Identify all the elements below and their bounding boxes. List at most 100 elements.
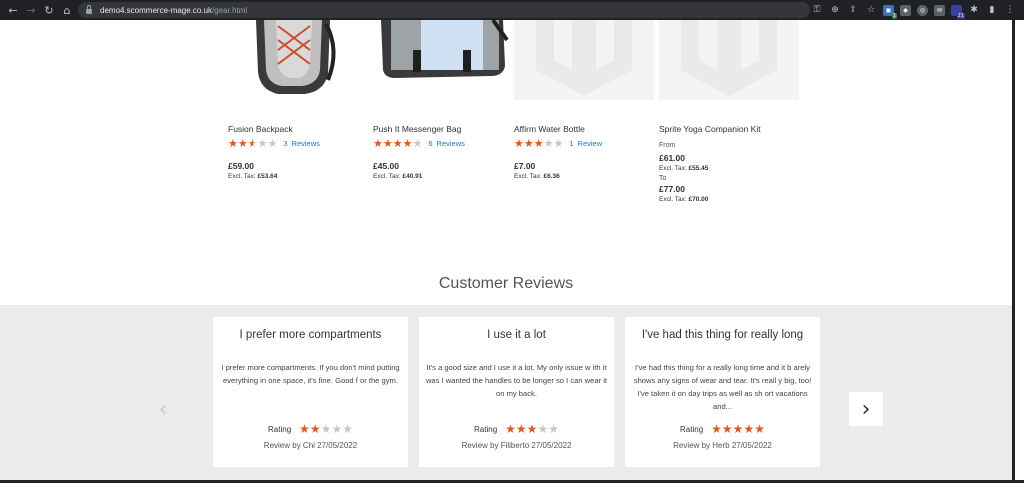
review-rating: Rating ★★★★★ (213, 423, 408, 435)
review-card: I prefer more compartments I prefer more… (213, 317, 408, 467)
review-card: I use it a lot It's a good size and I us… (419, 317, 614, 467)
star-icon: ★ (543, 137, 554, 150)
price-to-label: To (659, 175, 667, 182)
window-border (1012, 20, 1024, 490)
review-body: It's a good size and I use it a lot. My … (425, 363, 608, 398)
star-icon: ★ (267, 137, 278, 150)
customer-reviews-heading: Customer Reviews (438, 275, 574, 292)
lock-icon (86, 4, 92, 14)
product-tax: Excl. Tax: £53.64 (228, 173, 277, 180)
star-icon: ★ (721, 422, 733, 436)
product-name[interactable]: Fusion Backpack (228, 124, 293, 134)
star-icon: ★ (526, 422, 538, 436)
star-icon: ★ (523, 137, 534, 150)
product-tax: Excl. Tax: £40.91 (373, 173, 422, 180)
tax-value: £6.36 (543, 173, 560, 180)
tax-label: Excl. Tax: (228, 173, 256, 180)
home-icon[interactable]: ⌂ (58, 0, 76, 20)
bookmark-star-icon[interactable]: ☆ (865, 4, 877, 16)
product-image-placeholder[interactable] (659, 20, 799, 100)
review-body: I've had this thing for a really long ti… (633, 363, 812, 411)
extension-badge: 1 (891, 12, 897, 19)
product-rating: ★★★★★ 3 Reviews (228, 138, 320, 149)
star-icon: ★ (402, 137, 413, 150)
extension-icon[interactable]: ▣ 1 (883, 4, 897, 19)
star-icon: ★ (732, 422, 744, 436)
sidepanel-icon[interactable]: ▮ (986, 4, 998, 16)
product-price-from: £61.00 (659, 153, 685, 163)
star-icon: ★ (754, 422, 765, 436)
rating-stars: ★★★★★ (373, 138, 422, 149)
tax-value: £55.45 (688, 165, 709, 172)
review-byline: Review by Filiberto 27/05/2022 (461, 441, 572, 450)
browser-toolbar: ← → ↻ ⌂ demo4.scommerce-mage.co.uk/gear.… (0, 0, 1024, 20)
page-content: Fusion Backpack ★★★★★ 3 Reviews £59.00 E… (0, 20, 1012, 480)
star-icon: ★ (342, 422, 353, 436)
price-from-label: From (659, 142, 676, 149)
product-rating: ★★★★★ 6 Reviews (373, 138, 465, 149)
reload-icon[interactable]: ↻ (40, 0, 58, 20)
star-icon: ★ (412, 137, 423, 150)
star-icon: ★ (533, 137, 544, 150)
product-name[interactable]: Push It Messenger Bag (373, 124, 461, 134)
chevron-right-icon: › (861, 396, 871, 422)
product-tax-from: Excl. Tax: £55.45 (659, 165, 708, 172)
star-icon: ★ (505, 422, 516, 436)
extension-icon[interactable]: 21 (951, 4, 965, 19)
menu-icon[interactable]: ⋮ (1004, 4, 1016, 16)
review-count-link[interactable]: 6 (428, 139, 432, 148)
review-byline: Review by Herb 27/05/2022 (673, 441, 772, 450)
star-icon: ★ (514, 137, 524, 150)
rating-label: Rating (680, 424, 704, 434)
reviews-link[interactable]: Reviews (292, 139, 320, 148)
extension-icon[interactable]: ✉ (934, 4, 945, 16)
tax-value: £70.00 (688, 196, 709, 203)
puzzle-icon[interactable]: ✱ (968, 4, 980, 16)
url-path: /gear.html (212, 5, 248, 15)
key-icon[interactable]: ⚿ (811, 4, 823, 16)
product-image-placeholder[interactable] (514, 20, 654, 100)
product-name[interactable]: Affirm Water Bottle (514, 124, 585, 134)
review-count-link[interactable]: 1 (569, 139, 573, 148)
review-card: I've had this thing for really long I've… (625, 317, 820, 467)
review-body: I prefer more compartments. If you don't… (221, 363, 400, 385)
star-icon: ★ (743, 422, 755, 436)
tax-label: Excl. Tax: (659, 196, 687, 203)
rating-label: Rating (474, 424, 498, 434)
reviews-link[interactable]: Review (578, 139, 603, 148)
star-icon: ★ (257, 137, 268, 150)
extension-icon[interactable]: ◆ (900, 4, 911, 16)
reviews-link[interactable]: Reviews (437, 139, 465, 148)
star-icon: ★ (537, 422, 549, 436)
product-image[interactable] (373, 20, 513, 100)
forward-icon[interactable]: → (22, 0, 40, 20)
star-icon: ★ (331, 422, 343, 436)
rating-stars: ★★★★★ (505, 423, 559, 435)
rating-stars: ★★★★★ (299, 423, 353, 435)
review-rating: Rating ★★★★★ (419, 423, 614, 435)
star-icon: ★ (247, 137, 258, 150)
product-rating: ★★★★★ 1 Review (514, 138, 602, 149)
star-icon: ★ (237, 137, 248, 150)
tax-label: Excl. Tax: (659, 165, 687, 172)
chevron-left-icon: ‹ (158, 396, 168, 422)
address-bar[interactable]: demo4.scommerce-mage.co.uk/gear.html (78, 2, 810, 18)
zoom-icon[interactable]: ⊕ (829, 4, 841, 16)
share-icon[interactable]: ⇪ (847, 4, 859, 16)
star-icon: ★ (392, 137, 403, 150)
star-icon: ★ (711, 422, 722, 436)
rating-stars: ★★★★★ (711, 423, 765, 435)
carousel-prev-button[interactable]: ‹ (146, 392, 180, 426)
review-count-link[interactable]: 3 (283, 139, 287, 148)
rating-stars: ★★★★★ (514, 138, 563, 149)
extension-icon[interactable]: ◎ (917, 4, 928, 16)
product-tax-to: Excl. Tax: £70.00 (659, 196, 708, 203)
toolbar-actions: ⚿ ⊕ ⇪ ☆ ▣ 1 ◆ ◎ ✉ 21 ✱ ▮ ⋮ (811, 0, 1016, 20)
star-icon: ★ (373, 137, 383, 150)
back-icon[interactable]: ← (4, 0, 22, 20)
product-name[interactable]: Sprite Yoga Companion Kit (659, 124, 761, 134)
product-price: £59.00 (228, 161, 254, 171)
carousel-next-button[interactable]: › (849, 392, 883, 426)
product-tax: Excl. Tax: £6.36 (514, 173, 560, 180)
product-image[interactable] (228, 20, 368, 100)
